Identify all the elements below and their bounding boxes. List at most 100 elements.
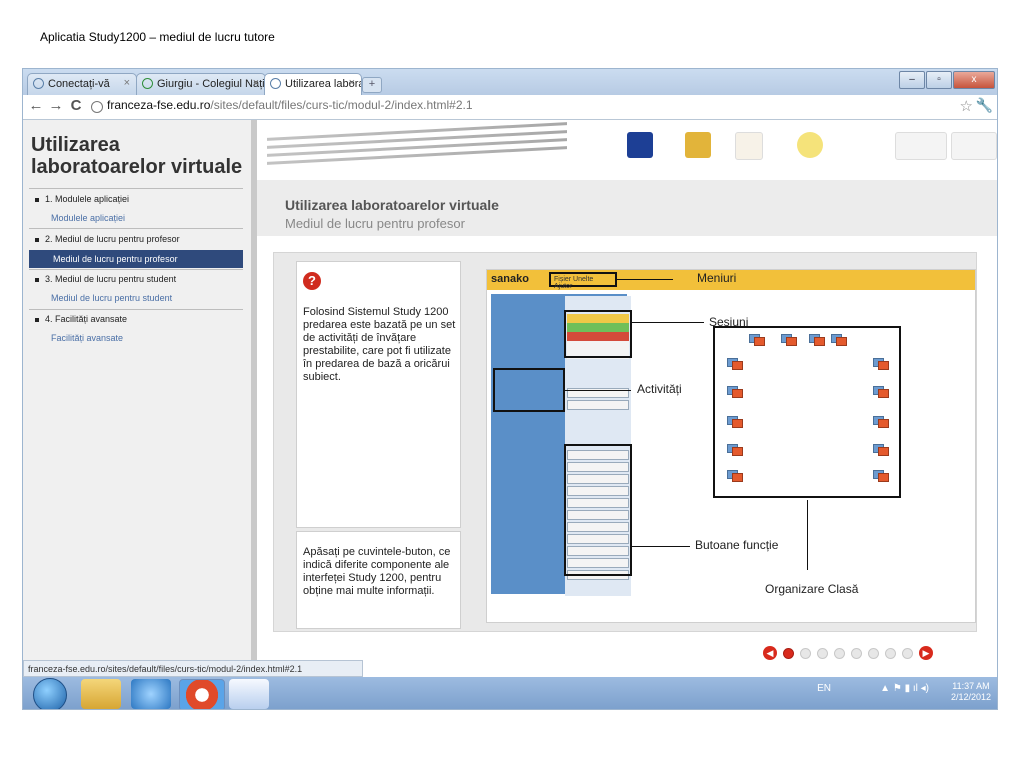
next-slide-icon[interactable]: ▶ <box>919 646 933 660</box>
student-computer-icon[interactable] <box>831 334 847 346</box>
student-computer-icon[interactable] <box>727 416 743 428</box>
bookmark-star-icon[interactable]: ☆ <box>960 97 973 115</box>
tab-close-icon[interactable]: × <box>124 77 130 89</box>
tab-close-icon[interactable]: × <box>253 77 259 89</box>
ministry-logo <box>951 132 997 160</box>
tab-active-laboratoare[interactable]: Utilizarea laboratoarelor virt × <box>264 73 362 96</box>
divider <box>29 188 243 189</box>
student-computer-icon[interactable] <box>727 358 743 370</box>
divider <box>29 309 243 310</box>
student-computer-icon[interactable] <box>873 444 889 456</box>
callout-sessions[interactable]: Sesiuni <box>709 315 748 329</box>
pager-dot[interactable] <box>885 647 896 659</box>
sidebar-title: Utilizarea laboratoarelor virtuale <box>31 134 242 178</box>
new-tab-button[interactable]: + <box>362 77 382 93</box>
sidebar-item-label: 1. Modulele aplicației <box>45 194 130 204</box>
sidebar-subitem-modulele[interactable]: Modulele aplicației <box>51 213 125 223</box>
sidebar-title-line1: Utilizarea <box>31 134 120 156</box>
student-computer-icon[interactable] <box>873 358 889 370</box>
windows-taskbar: EN ▲ ⚑ ▮ ıl ◂) 11:37 AM 2/12/2012 <box>23 677 997 709</box>
tab-login[interactable]: Conectați-vă × <box>27 73 137 95</box>
pager-dot[interactable] <box>817 647 828 659</box>
chrome-icon[interactable] <box>179 679 225 709</box>
pager-dot[interactable] <box>834 647 845 659</box>
function-buttons-highlight[interactable] <box>564 444 632 576</box>
callout-line <box>632 546 690 547</box>
system-clock[interactable]: 11:37 AM 2/12/2012 <box>951 681 991 703</box>
callout-line <box>565 390 631 391</box>
browser-window: Conectați-vă × Giurgiu - Colegiul Națion… <box>22 68 998 710</box>
maximize-button[interactable]: ▫ <box>926 71 952 89</box>
student-computer-icon[interactable] <box>809 334 825 346</box>
internet-explorer-icon[interactable] <box>131 679 171 709</box>
callout-activities[interactable]: Activități <box>637 382 682 396</box>
tab-giurgiu[interactable]: Giurgiu - Colegiul Național × <box>136 73 266 95</box>
forward-button[interactable]: → <box>47 97 65 114</box>
activities-highlight[interactable] <box>493 368 565 412</box>
instruction-box: Apăsați pe cuvintele-buton, ce indică di… <box>296 531 461 629</box>
sidebar-item-student[interactable]: 3. Mediul de lucru pentru student <box>35 274 176 284</box>
sanako-logo: sanako <box>491 273 529 285</box>
url-host: franceza-fse.edu.ro <box>107 98 211 112</box>
sidebar-item-label: 3. Mediul de lucru pentru student <box>45 274 177 284</box>
slide-pager: ◀ ▶ <box>763 645 939 661</box>
function-button[interactable] <box>567 400 629 410</box>
sidebar-item-facilitati[interactable]: 4. Facilități avansate <box>35 314 127 324</box>
pager-dot[interactable] <box>902 647 913 659</box>
globe-icon <box>33 78 44 89</box>
callout-menus[interactable]: Meniuri <box>697 271 736 285</box>
tray-icons[interactable]: ▲ ⚑ ▮ ıl ◂) <box>880 683 929 694</box>
callout-classroom[interactable]: Organizare Clasă <box>765 582 858 596</box>
student-computer-icon[interactable] <box>781 334 797 346</box>
study1200-screenshot: sanako Fișier Unelte Ajutor Meniuri Sesi… <box>486 269 976 623</box>
page-subtitle: Mediul de lucru pentru profesor <box>285 216 465 231</box>
sessions-highlight[interactable] <box>564 310 632 358</box>
main-area: Utilizarea laboratoarelor virtuale Mediu… <box>257 120 997 677</box>
page-title: Utilizarea laboratoarelor virtuale <box>285 197 499 213</box>
student-computer-icon[interactable] <box>727 386 743 398</box>
previous-slide-icon[interactable]: ◀ <box>763 646 777 660</box>
globe-icon <box>270 78 281 89</box>
content-card: ? Folosind Sistemul Study 1200 predarea … <box>273 252 977 632</box>
reload-button[interactable]: C <box>67 97 85 114</box>
student-computer-icon[interactable] <box>873 386 889 398</box>
language-indicator[interactable]: EN <box>817 683 831 694</box>
windows-start-icon[interactable] <box>33 678 67 709</box>
word-icon[interactable] <box>229 679 269 709</box>
tab-label: Conectați-vă <box>48 78 110 90</box>
divider <box>29 269 243 270</box>
sidebar-item-modulele[interactable]: 1. Modulele aplicației <box>35 194 129 204</box>
wrench-icon[interactable]: 🔧 <box>976 97 993 114</box>
description-text: Folosind Sistemul Study 1200 predarea es… <box>303 306 456 383</box>
student-computer-icon[interactable] <box>727 470 743 482</box>
student-computer-icon[interactable] <box>873 416 889 428</box>
address-bar[interactable]: franceza-fse.edu.ro/sites/default/files/… <box>107 98 473 112</box>
sidebar-item-profesor[interactable]: 2. Mediul de lucru pentru profesor <box>35 234 180 244</box>
sidebar-subitem-facilitati[interactable]: Facilități avansate <box>51 333 123 343</box>
callout-line <box>632 322 704 323</box>
instruction-text: Apăsați pe cuvintele-buton, ce indică di… <box>303 546 451 597</box>
student-computer-icon[interactable] <box>727 444 743 456</box>
pager-dot[interactable] <box>868 647 879 659</box>
minimize-button[interactable]: – <box>899 71 925 89</box>
sidebar-item-label: 4. Facilități avansate <box>45 314 128 324</box>
explorer-folder-icon[interactable] <box>81 679 121 709</box>
fse-logo <box>735 132 763 160</box>
tab-close-icon[interactable]: × <box>349 77 355 89</box>
help-icon[interactable]: ? <box>303 272 321 290</box>
pager-dot[interactable] <box>800 647 811 659</box>
sidebar: Utilizarea laboratoarelor virtuale 1. Mo… <box>23 120 257 677</box>
eu-flag-logo <box>627 132 653 158</box>
student-computer-icon[interactable] <box>873 470 889 482</box>
sanako-menu[interactable]: Fișier Unelte Ajutor <box>549 272 617 290</box>
callout-function-buttons[interactable]: Butoane funcție <box>695 538 778 552</box>
sidebar-subitem-student[interactable]: Mediul de lucru pentru student <box>51 293 172 303</box>
student-computer-icon[interactable] <box>749 334 765 346</box>
page-info-icon[interactable] <box>91 101 103 113</box>
close-window-button[interactable]: x <box>953 71 995 89</box>
pager-dot-active[interactable] <box>783 647 794 659</box>
ministry-logo <box>895 132 947 160</box>
page-content: Utilizarea laboratoarelor virtuale 1. Mo… <box>23 120 997 677</box>
pager-dot[interactable] <box>851 647 862 659</box>
back-button[interactable]: ← <box>27 97 45 114</box>
